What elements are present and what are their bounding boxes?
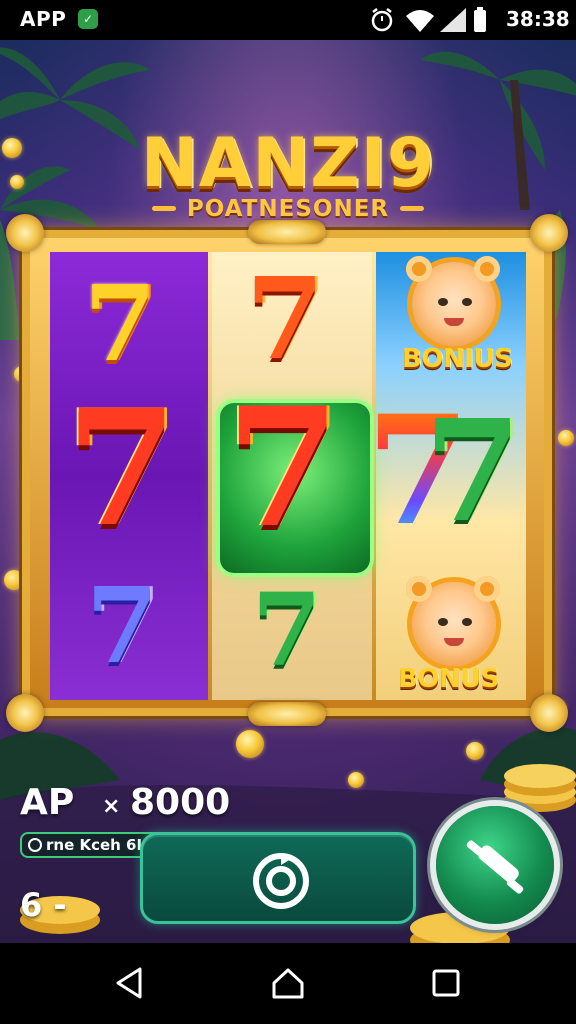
- info-icon: [28, 838, 42, 852]
- bonus-label: BONUS: [398, 664, 500, 694]
- reel-symbol-seven: 7: [86, 564, 159, 687]
- hud-label: AP: [20, 782, 75, 823]
- bonus-eye: [438, 618, 448, 626]
- auto-play-button[interactable]: [436, 806, 554, 924]
- signal-icon: [440, 8, 466, 32]
- bonus-ear: [474, 576, 500, 602]
- home-icon[interactable]: [268, 963, 308, 1003]
- frame-corner-ornament: [530, 694, 568, 732]
- back-icon[interactable]: [110, 963, 150, 1003]
- auto-play-icon: [466, 840, 524, 894]
- bonus-ear: [406, 256, 432, 282]
- bonus-mouth: [444, 638, 464, 646]
- bonus-eye: [462, 298, 472, 306]
- frame-corner-ornament: [6, 214, 44, 252]
- status-icons: [371, 7, 486, 32]
- frame-corner-ornament: [6, 694, 44, 732]
- winning-seven: 7: [226, 371, 341, 564]
- reel-symbol-seven: 7: [252, 571, 322, 689]
- coin-icon: [558, 430, 574, 446]
- bonus-character-icon: [406, 256, 500, 346]
- game-stage: NANZI9 POATNESONER 7 7 7 7 7 BONIUS BONU…: [0, 40, 576, 943]
- reel-symbol-seven: 7: [66, 374, 178, 562]
- coin-icon: [466, 742, 484, 760]
- frame-top-ornament: [248, 220, 326, 244]
- bonus-eye: [438, 298, 448, 306]
- coin-icon: [236, 730, 264, 758]
- game-title: NANZI9: [140, 124, 436, 203]
- status-bar: APP ✓ 38:38: [0, 0, 576, 40]
- subtitle-ornament: [151, 206, 176, 211]
- frame-bottom-ornament: [248, 702, 326, 726]
- status-app-label: APP: [20, 7, 67, 31]
- spin-button[interactable]: [140, 832, 416, 924]
- recents-icon[interactable]: [426, 963, 466, 1003]
- alarm-icon: [371, 8, 393, 32]
- coin-icon: [348, 772, 364, 788]
- subtitle-ornament: [400, 206, 425, 211]
- reel-symbol-seven: 7: [84, 262, 157, 385]
- spin-icon: [253, 853, 309, 909]
- reel-1: 7 7 7: [50, 252, 208, 700]
- game-subtitle-bar: POATNESONER: [0, 196, 576, 222]
- winning-seven: 7: [424, 390, 522, 554]
- navigation-bar: [0, 943, 576, 1024]
- credits-value: 8000: [130, 782, 231, 823]
- app-notification-icon: ✓: [78, 9, 98, 29]
- reel-symbol-seven: 7: [246, 254, 324, 385]
- status-time: 38:38: [506, 7, 570, 31]
- bonus-ear: [406, 576, 432, 602]
- bonus-mouth: [444, 318, 464, 326]
- game-subtitle: POATNESONER: [186, 196, 390, 222]
- hud-multiplier: ×: [102, 794, 121, 819]
- coin-icon: [4, 570, 24, 590]
- bonus-ear: [474, 256, 500, 282]
- bonus-character-icon: [406, 576, 500, 666]
- wifi-icon: [406, 10, 434, 32]
- reel-frame: 7 7 7 7 7 BONIUS BONUS 7 7 7: [6, 214, 568, 732]
- bonus-eye: [462, 618, 472, 626]
- battery-icon: [474, 7, 486, 32]
- bet-line-indicator: 6 -: [20, 886, 67, 924]
- frame-corner-ornament: [530, 214, 568, 252]
- bonus-label: BONIUS: [402, 344, 513, 374]
